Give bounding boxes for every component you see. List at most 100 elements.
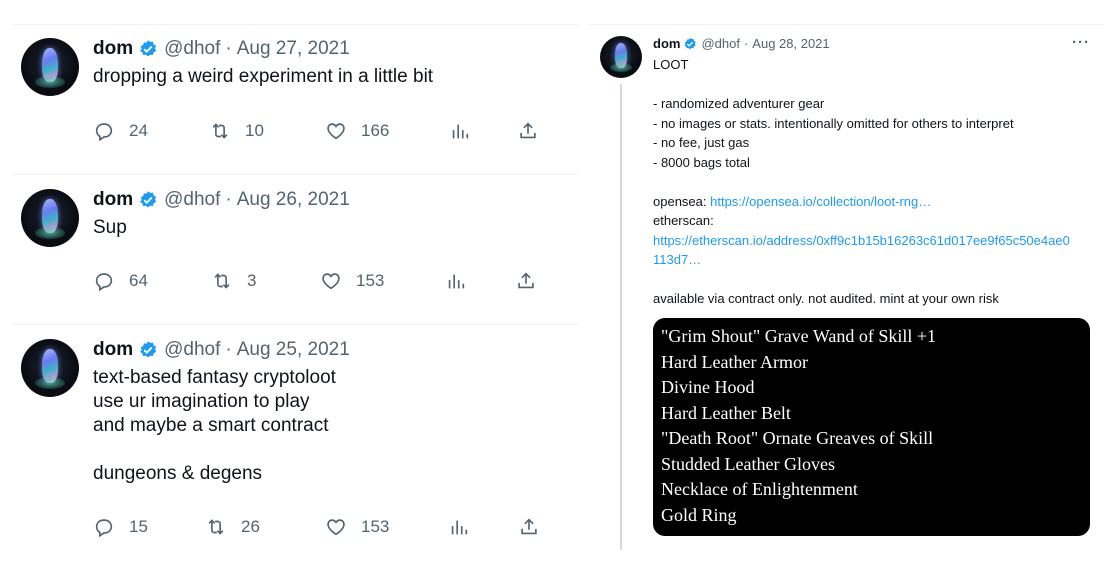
timestamp[interactable]: Aug 28, 2021 <box>752 36 829 51</box>
verified-badge-icon <box>140 40 157 57</box>
tweet-line: - randomized adventurer gear <box>653 96 825 111</box>
tweet-line: - no images or stats. intentionally omit… <box>653 115 1014 131</box>
reply-count: 64 <box>129 271 148 290</box>
separator-dot: · <box>225 189 232 210</box>
heart-icon <box>327 519 345 536</box>
tweet-actions: 64 3 153 <box>93 270 543 294</box>
retweet-count: 26 <box>241 517 260 536</box>
share-button[interactable] <box>518 516 540 538</box>
handle[interactable]: @dhof <box>164 38 220 60</box>
share-icon <box>521 518 537 535</box>
analytics-icon <box>448 274 465 289</box>
tweet-line: available via contract only. not audited… <box>653 291 999 306</box>
loot-item: "Grim Shout" Grave Wand of Skill +1 <box>661 326 937 346</box>
heart-icon <box>322 273 340 290</box>
verified-badge-icon <box>140 341 157 358</box>
like-count: 166 <box>361 121 390 140</box>
reply-count: 15 <box>129 517 148 536</box>
retweet-button[interactable]: 26 <box>205 516 260 538</box>
separator-dot: · <box>743 36 749 51</box>
divider <box>12 174 578 175</box>
loot-item: Necklace of Enlightenment <box>661 479 858 499</box>
like-button[interactable]: 153 <box>320 270 384 292</box>
loot-item: "Death Root" Ornate Greaves of Skill <box>661 428 934 448</box>
views-button[interactable] <box>445 270 467 292</box>
reply-button[interactable]: 15 <box>93 516 148 538</box>
reply-icon <box>95 519 113 538</box>
share-button[interactable] <box>515 270 537 292</box>
reply-icon <box>95 123 113 142</box>
verified-badge-icon <box>684 37 697 49</box>
loot-item: Divine Hood <box>661 377 755 397</box>
retweet-icon <box>208 519 224 535</box>
retweet-button[interactable]: 10 <box>209 120 264 142</box>
views-button[interactable] <box>448 516 470 538</box>
display-name[interactable]: dom <box>93 189 133 211</box>
avatar[interactable] <box>21 339 79 397</box>
tweet-actions: 15 26 153 <box>93 516 543 540</box>
tweet-actions: 24 10 166 <box>93 120 543 144</box>
handle[interactable]: @dhof <box>701 36 740 51</box>
thread-line <box>620 84 622 550</box>
views-button[interactable] <box>449 120 471 142</box>
reply-button[interactable]: 64 <box>93 270 148 292</box>
tweet-text: dropping a weird experiment in a little … <box>93 66 434 87</box>
loot-item: Hard Leather Armor <box>661 351 808 372</box>
share-icon <box>518 272 534 289</box>
loot-item: Hard Leather Belt <box>661 402 791 423</box>
tweet-text: Sup <box>93 217 127 238</box>
retweet-count: 3 <box>247 271 257 290</box>
share-icon <box>520 122 536 139</box>
display-name[interactable]: dom <box>653 36 680 51</box>
analytics-icon <box>452 124 469 139</box>
divider <box>12 24 578 25</box>
heart-icon <box>327 123 345 140</box>
separator-dot: · <box>225 339 232 360</box>
retweet-icon <box>212 123 228 139</box>
reply-icon <box>95 273 113 292</box>
left-timeline: dom @dhof · Aug 27, 2021 dropping a weir… <box>0 0 578 564</box>
display-name[interactable]: dom <box>93 38 133 60</box>
handle[interactable]: @dhof <box>164 189 220 211</box>
avatar[interactable] <box>21 38 79 96</box>
reply-button[interactable]: 24 <box>93 120 148 142</box>
tweet-text: text-based fantasy cryptoloot use ur ima… <box>93 367 336 484</box>
tweet-line: LOOT <box>653 57 689 72</box>
opensea-line: opensea: https://opensea.io/collection/l… <box>653 192 1093 212</box>
analytics-icon <box>451 520 468 535</box>
divider <box>588 24 1104 25</box>
timestamp[interactable]: Aug 25, 2021 <box>237 339 350 361</box>
divider <box>12 324 578 325</box>
loot-tweet[interactable]: dom @dhof · Aug 28, 2021 ··· LOOT - rand… <box>588 0 1104 564</box>
loot-item: Gold Ring <box>661 504 737 525</box>
avatar[interactable] <box>600 36 642 78</box>
avatar[interactable] <box>21 189 79 247</box>
like-button[interactable]: 166 <box>325 120 389 142</box>
loot-item: Studded Leather Gloves <box>661 453 835 474</box>
loot-bag-image[interactable]: "Grim Shout" Grave Wand of Skill +1 Hard… <box>653 318 1090 536</box>
verified-badge-icon <box>140 191 157 208</box>
separator-dot: · <box>225 38 232 59</box>
etherscan-link[interactable]: https://etherscan.io/address/0xff9c1b15b… <box>653 231 1093 251</box>
more-icon[interactable]: ··· <box>1072 34 1090 51</box>
like-button[interactable]: 153 <box>325 516 389 538</box>
opensea-link[interactable]: https://opensea.io/collection/loot-rng… <box>710 194 931 209</box>
retweet-button[interactable]: 3 <box>211 270 256 292</box>
display-name[interactable]: dom <box>93 339 133 361</box>
timestamp[interactable]: Aug 27, 2021 <box>237 38 350 60</box>
reply-count: 24 <box>129 121 148 140</box>
like-count: 153 <box>361 517 390 536</box>
etherscan-link-continued[interactable]: 113d7… <box>653 250 1093 270</box>
timestamp[interactable]: Aug 26, 2021 <box>237 189 350 211</box>
tweet-line: - 8000 bags total <box>653 154 750 170</box>
share-button[interactable] <box>517 120 539 142</box>
retweet-icon <box>214 273 230 289</box>
handle[interactable]: @dhof <box>164 339 220 361</box>
tweet-text: LOOT - randomized adventurer gear - no i… <box>653 55 1093 309</box>
retweet-count: 10 <box>245 121 264 140</box>
opensea-label: opensea: <box>653 193 711 209</box>
etherscan-label: etherscan: <box>653 213 714 228</box>
